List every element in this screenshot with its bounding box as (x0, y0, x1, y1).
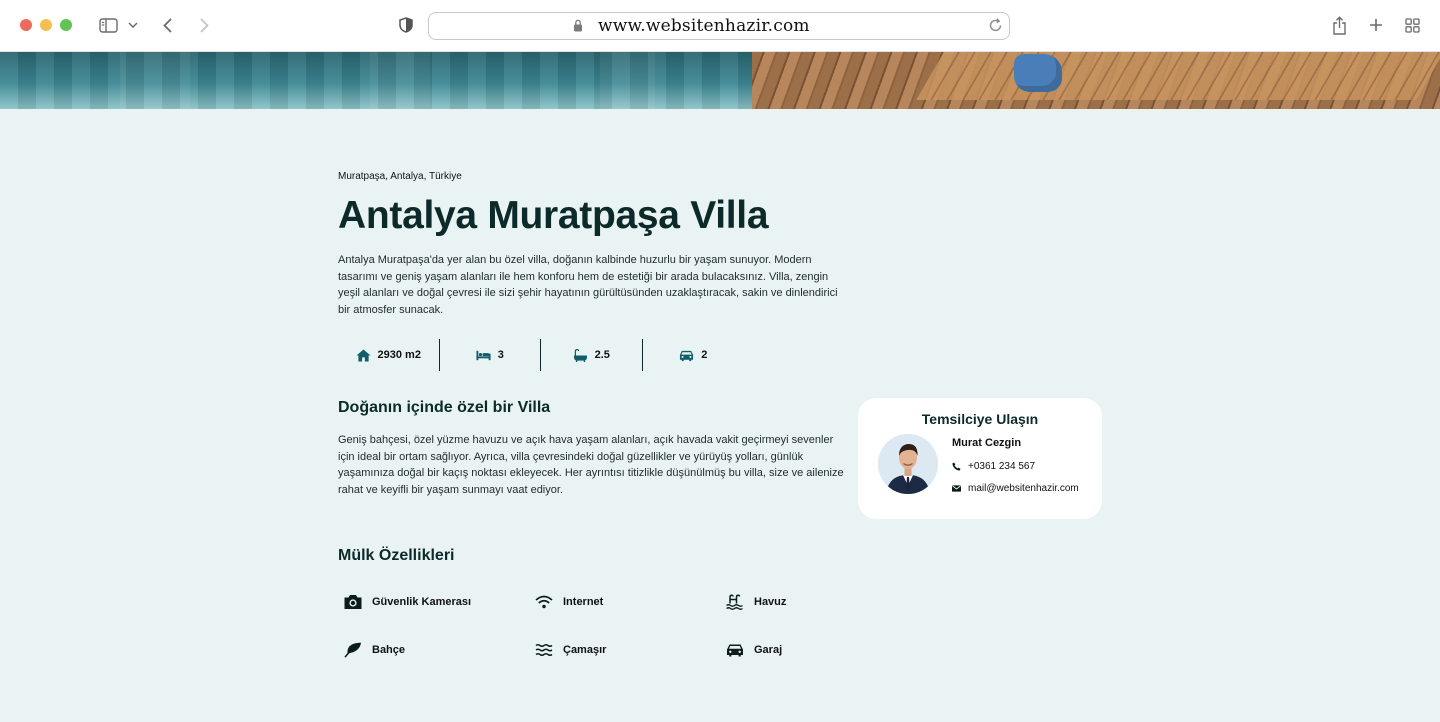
chevron-down-icon[interactable] (127, 14, 139, 36)
home-icon (356, 348, 370, 362)
agent-phone[interactable]: +0361 234 567 (952, 461, 1035, 472)
page-title: Antalya Muratpaşa Villa (338, 194, 769, 237)
feature-label: Havuz (754, 596, 787, 608)
feature-item-pool: Havuz (726, 594, 786, 610)
car-icon (727, 644, 743, 657)
property-location: Muratpaşa, Antalya, Türkiye (338, 171, 462, 182)
minimize-window-button[interactable] (40, 19, 52, 31)
stat-bedrooms: 3 (440, 339, 541, 371)
sun-lounger (916, 52, 1440, 100)
stat-value: 2.5 (594, 349, 610, 361)
share-icon[interactable] (1330, 14, 1348, 36)
stat-bathrooms: 2.5 (541, 339, 643, 371)
agent-email-text[interactable]: mail@websitenhazir.com (968, 483, 1079, 494)
envelope-icon (952, 485, 961, 492)
feature-label: Bahçe (372, 644, 406, 656)
forward-icon[interactable] (197, 14, 211, 36)
address-bar[interactable]: www.websitenhazir.com (428, 12, 1010, 40)
camera-icon (344, 595, 362, 609)
stat-value: 2 (701, 349, 708, 361)
feature-item-laundry: Çamaşır (535, 642, 606, 658)
agent-name: Murat Cezgin (952, 437, 1022, 449)
features-heading: Mülk Özellikleri (338, 547, 455, 564)
agent-email[interactable]: mail@websitenhazir.com (952, 483, 1079, 494)
card-title: Temsilciye Ulaşın (921, 411, 1039, 427)
section-text: Geniş bahçesi, özel yüzme havuzu ve açık… (338, 434, 844, 496)
back-icon[interactable] (160, 14, 174, 36)
stat-value: 2930 m2 (377, 349, 421, 361)
stat-value: 3 (497, 349, 504, 361)
shield-icon[interactable] (397, 14, 415, 36)
leaf-icon (344, 642, 361, 658)
feature-item-garden: Bahçe (344, 642, 405, 658)
property-description: Antalya Muratpaşa'da yer alan bu özel vi… (338, 254, 838, 316)
bath-icon (573, 348, 587, 362)
close-window-button[interactable] (20, 19, 32, 31)
features-grid: Güvenlik Kamerası Internet Havuz Bahçe Ç… (342, 594, 922, 674)
car-icon (680, 350, 694, 361)
hero-image (0, 52, 1440, 109)
address-url[interactable]: www.websitenhazir.com (598, 16, 810, 36)
feature-label: Internet (563, 596, 604, 608)
phone-icon (952, 462, 961, 471)
sidebar-icon[interactable] (98, 14, 118, 36)
rolled-towel (1014, 54, 1062, 92)
feature-item-internet: Internet (535, 594, 603, 610)
bed-icon (476, 350, 491, 360)
pool-icon (726, 594, 743, 610)
feature-label: Garaj (754, 644, 783, 656)
tabs-grid-icon[interactable] (1403, 14, 1421, 36)
feature-label: Güvenlik Kamerası (372, 596, 472, 608)
property-stats: 2930 m2 3 2.5 2 (338, 339, 744, 371)
water-waves-icon (535, 644, 553, 656)
agent-phone-text[interactable]: +0361 234 567 (968, 461, 1035, 472)
agent-contact-card: Temsilciye Ulaşın Murat Cezgin +0361 234… (858, 398, 1102, 519)
feature-item-garage: Garaj (726, 642, 782, 658)
avatar (878, 434, 938, 494)
reload-icon[interactable] (988, 18, 1003, 38)
stat-parking: 2 (643, 339, 745, 371)
browser-toolbar: www.websitenhazir.com (0, 0, 1440, 52)
feature-item-security-camera: Güvenlik Kamerası (344, 594, 471, 610)
section-heading: Doğanın içinde özel bir Villa (338, 399, 551, 416)
wifi-icon (535, 595, 553, 609)
feature-label: Çamaşır (563, 644, 607, 656)
stat-area: 2930 m2 (338, 339, 440, 371)
plus-icon[interactable] (1367, 14, 1385, 36)
zoom-window-button[interactable] (60, 19, 72, 31)
lock-icon (573, 19, 583, 37)
